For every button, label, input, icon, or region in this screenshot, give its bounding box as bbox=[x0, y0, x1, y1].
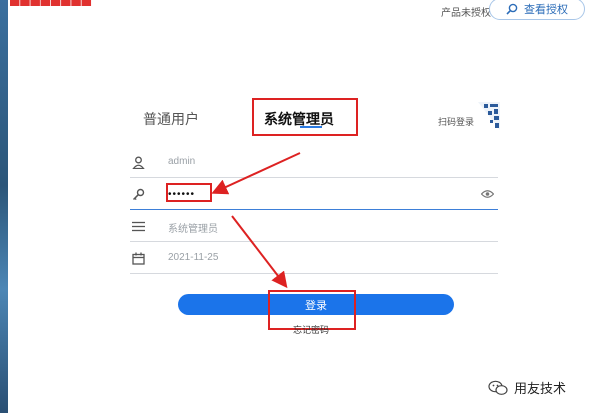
watermark-text: 用友技术 bbox=[514, 381, 567, 396]
tab-normal-user[interactable]: 普通用户 bbox=[143, 109, 199, 129]
search-icon bbox=[506, 3, 518, 15]
forgot-password-link[interactable]: 忘记密码 bbox=[293, 323, 329, 336]
annotation-box-password bbox=[166, 183, 212, 202]
key-icon bbox=[132, 188, 145, 201]
role-value: 系统管理员 bbox=[168, 224, 218, 235]
background-strip bbox=[0, 0, 8, 413]
date-value: 2021-11-25 bbox=[168, 252, 219, 263]
date-field[interactable]: 2021-11-25 bbox=[130, 241, 498, 274]
annotation-box-tab bbox=[252, 98, 358, 136]
qr-login-label[interactable]: 扫码登录 bbox=[438, 115, 474, 128]
menu-icon bbox=[132, 221, 145, 232]
watermark: 用友技术 bbox=[488, 378, 566, 397]
view-authorization-label: 查看授权 bbox=[524, 4, 568, 16]
calendar-icon bbox=[132, 252, 145, 265]
eye-icon[interactable] bbox=[481, 189, 494, 199]
view-authorization-button[interactable]: 查看授权 bbox=[489, 0, 585, 20]
cropped-banner-text: ▆▆▆▆▆▆▆▆ bbox=[10, 0, 144, 6]
unauthorized-text: 产品未授权 bbox=[441, 8, 491, 19]
wechat-icon bbox=[488, 380, 508, 395]
username-field[interactable]: admin bbox=[130, 145, 498, 178]
role-field[interactable]: 系统管理员 bbox=[130, 209, 498, 242]
username-value: admin bbox=[168, 156, 196, 167]
qr-code-icon[interactable] bbox=[478, 102, 500, 130]
user-icon bbox=[132, 156, 145, 169]
